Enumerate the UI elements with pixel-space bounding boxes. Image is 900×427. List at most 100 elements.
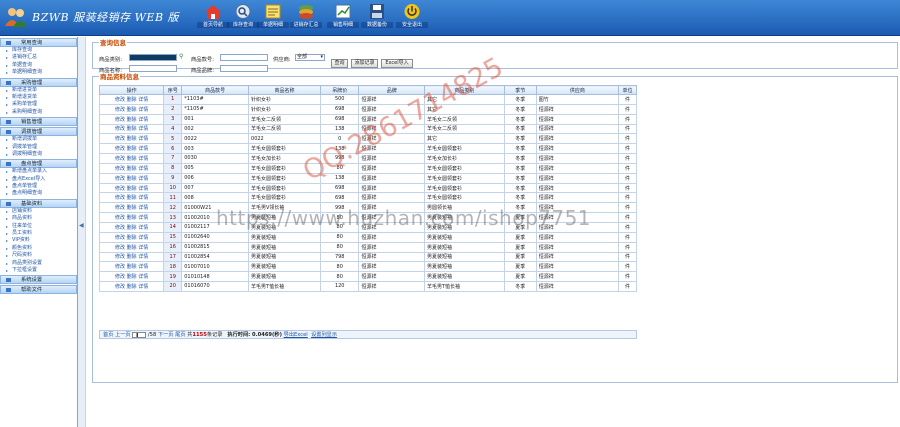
next-link[interactable]: 下一页 <box>158 332 174 338</box>
toolbar-button-5[interactable]: 数据备份 <box>361 3 393 33</box>
toolbar-button-2[interactable]: 单据明细 <box>257 3 289 33</box>
sidebar-item[interactable]: 采购明细查询 <box>0 109 77 117</box>
row-actions[interactable]: 修改 删除 详情 <box>98 241 165 253</box>
users-logo-icon <box>5 8 27 27</box>
toolbar-button-6[interactable]: 安全退出 <box>396 3 428 33</box>
table-cell: 件 <box>617 251 638 263</box>
sidebar-item[interactable]: 往来单位 <box>0 223 77 231</box>
sidebar-item[interactable]: 盘点Excel导入 <box>0 176 77 184</box>
add-record-button[interactable]: 添加记录 <box>351 59 378 68</box>
table-cell: 698 <box>319 192 360 204</box>
row-actions[interactable]: 修改 删除 详情 <box>98 251 165 263</box>
sidebar-group[interactable]: 系统设置 <box>0 275 77 285</box>
table-cell: 12 <box>163 202 183 214</box>
toolbar-label: 数据备份 <box>361 22 393 28</box>
table-cell: 80 <box>319 271 360 283</box>
sidebar-item[interactable]: VIP资料 <box>0 237 77 245</box>
sidebar-group[interactable]: 基础资料 <box>0 198 77 208</box>
table-cell: 恒源祥 <box>535 113 619 125</box>
sidebar-item[interactable]: 盘点明细查询 <box>0 190 77 198</box>
row-actions[interactable]: 修改 删除 详情 <box>98 162 165 174</box>
table-cell: 11 <box>163 192 183 204</box>
sidebar-splitter[interactable]: ◀ <box>78 37 86 427</box>
row-actions[interactable]: 修改 删除 详情 <box>98 192 165 204</box>
row-actions[interactable]: 修改 删除 详情 <box>98 143 165 155</box>
sidebar-group[interactable]: 销售管理 <box>0 117 77 127</box>
search-icon[interactable]: ⚲ <box>179 53 183 60</box>
sidebar-group[interactable]: 帮助文件 <box>0 285 77 295</box>
sidebar-group[interactable]: 盘点管理 <box>0 159 77 169</box>
category-input[interactable] <box>129 54 177 61</box>
row-actions[interactable]: 修改 删除 详情 <box>98 212 165 223</box>
sidebar-item[interactable]: 商品资料 <box>0 215 77 223</box>
first-prev-link[interactable]: 首页 上一页 <box>103 332 131 338</box>
table-cell: 男夏装短袖 <box>248 231 321 243</box>
row-actions[interactable]: 修改 删除 详情 <box>98 271 165 283</box>
row-actions[interactable]: 修改 删除 详情 <box>98 94 165 105</box>
sidebar-group[interactable]: 采购管理 <box>0 77 77 87</box>
excel-import-button[interactable]: Excel导入 <box>381 59 413 68</box>
table-cell: 798 <box>319 251 360 263</box>
export-excel-link[interactable]: 导出Excel <box>284 332 308 338</box>
table-cell: 羊毛女圆领套衫 <box>424 192 505 204</box>
table-row: 修改 删除 详情 8 005 羊毛女圆领套衫 80 恒源祥 羊毛女圆领套衫 冬季 恒源祥件 <box>98 162 638 174</box>
last-link[interactable]: 尾页 <box>175 332 185 338</box>
table-cell: 件 <box>617 261 638 273</box>
row-actions[interactable]: 修改 删除 详情 <box>98 113 165 125</box>
row-actions[interactable]: 修改 删除 详情 <box>98 202 165 214</box>
row-actions[interactable]: 修改 删除 详情 <box>98 172 165 184</box>
goods-no-input[interactable] <box>220 54 268 61</box>
sidebar-group[interactable]: 调拨管理 <box>0 127 77 137</box>
toolbar-label: 库存查询 <box>227 22 259 28</box>
column-header[interactable]: 序号 <box>163 85 183 95</box>
sidebar-item[interactable]: 尺码资料 <box>0 252 77 260</box>
sidebar-item[interactable]: 下拉框设置 <box>0 267 77 275</box>
column-header[interactable]: 单位 <box>617 85 638 95</box>
column-header[interactable]: 商品款号 <box>181 85 250 95</box>
column-header[interactable]: 吊牌价 <box>319 85 360 95</box>
toolbar-button-0[interactable]: 首页导航 <box>197 3 229 33</box>
table-cell: 件 <box>617 133 638 145</box>
sidebar-item[interactable]: 采购单管理 <box>0 101 77 109</box>
table-cell: 01007010 <box>181 261 250 273</box>
sidebar-item[interactable]: 进销存汇总 <box>0 54 77 62</box>
supplier-select[interactable]: 全部 ▾ <box>295 54 325 61</box>
row-actions[interactable]: 修改 删除 详情 <box>98 153 165 164</box>
column-header[interactable]: 供应商 <box>535 85 619 95</box>
toolbar-button-1[interactable]: 库存查询 <box>227 3 259 33</box>
sidebar-item[interactable]: 调拨明细查询 <box>0 151 77 159</box>
sidebar-item[interactable]: 调拨单管理 <box>0 144 77 152</box>
row-actions[interactable]: 修改 删除 详情 <box>98 231 165 243</box>
folder-icon <box>6 80 11 85</box>
table-cell: 夏季 <box>503 261 537 273</box>
row-actions[interactable]: 修改 删除 详情 <box>98 133 165 145</box>
sidebar-item[interactable]: 新增盘点单录入 <box>0 168 77 176</box>
row-actions[interactable]: 修改 删除 详情 <box>98 221 165 233</box>
toolbar-button-4[interactable]: 销售明细 <box>327 3 359 33</box>
sidebar-group[interactable]: 常用查询 <box>0 38 77 47</box>
column-header[interactable]: 操作 <box>98 85 165 95</box>
sidebar-item[interactable]: 新增调拨单 <box>0 136 77 144</box>
row-actions[interactable]: 修改 删除 详情 <box>98 281 165 292</box>
row-actions[interactable]: 修改 删除 详情 <box>98 103 165 115</box>
column-header[interactable]: 季节 <box>503 85 537 95</box>
row-actions[interactable]: 修改 删除 详情 <box>98 261 165 273</box>
column-header[interactable]: 商品名称 <box>248 85 321 95</box>
column-header[interactable]: 品牌 <box>358 85 425 95</box>
sidebar-item[interactable]: 单据明细查询 <box>0 69 77 77</box>
collapse-arrow-icon[interactable]: ◀ <box>79 222 84 229</box>
sidebar-group-label: 采购管理 <box>21 79 43 86</box>
left-sidebar: 常用查询库存查询进销存汇总单据查询单据明细查询采购管理新增进货单新增退货单采购单… <box>0 37 78 427</box>
exec-time: 执行时间: 0.0469(秒) <box>227 332 282 338</box>
table-cell: 恒源祥 <box>358 182 425 194</box>
sidebar-item[interactable]: 商品类别设置 <box>0 260 77 268</box>
sidebar-item[interactable]: 新增进货单 <box>0 87 77 95</box>
main-content: 查询信息 商品类别: ⚲ 商品款号: 供应商: 全部 ▾ 查询 添加记录 Exce… <box>88 37 898 427</box>
column-settings-link[interactable]: 设置列显示 <box>311 332 337 338</box>
query-button[interactable]: 查询 <box>331 59 348 68</box>
row-actions[interactable]: 修改 删除 详情 <box>98 123 165 135</box>
page-input[interactable] <box>132 331 147 338</box>
table-cell: 羊毛女圆领套衫 <box>424 143 505 155</box>
row-actions[interactable]: 修改 删除 详情 <box>98 182 165 194</box>
toolbar-button-3[interactable]: 进销存汇总 <box>290 3 322 33</box>
